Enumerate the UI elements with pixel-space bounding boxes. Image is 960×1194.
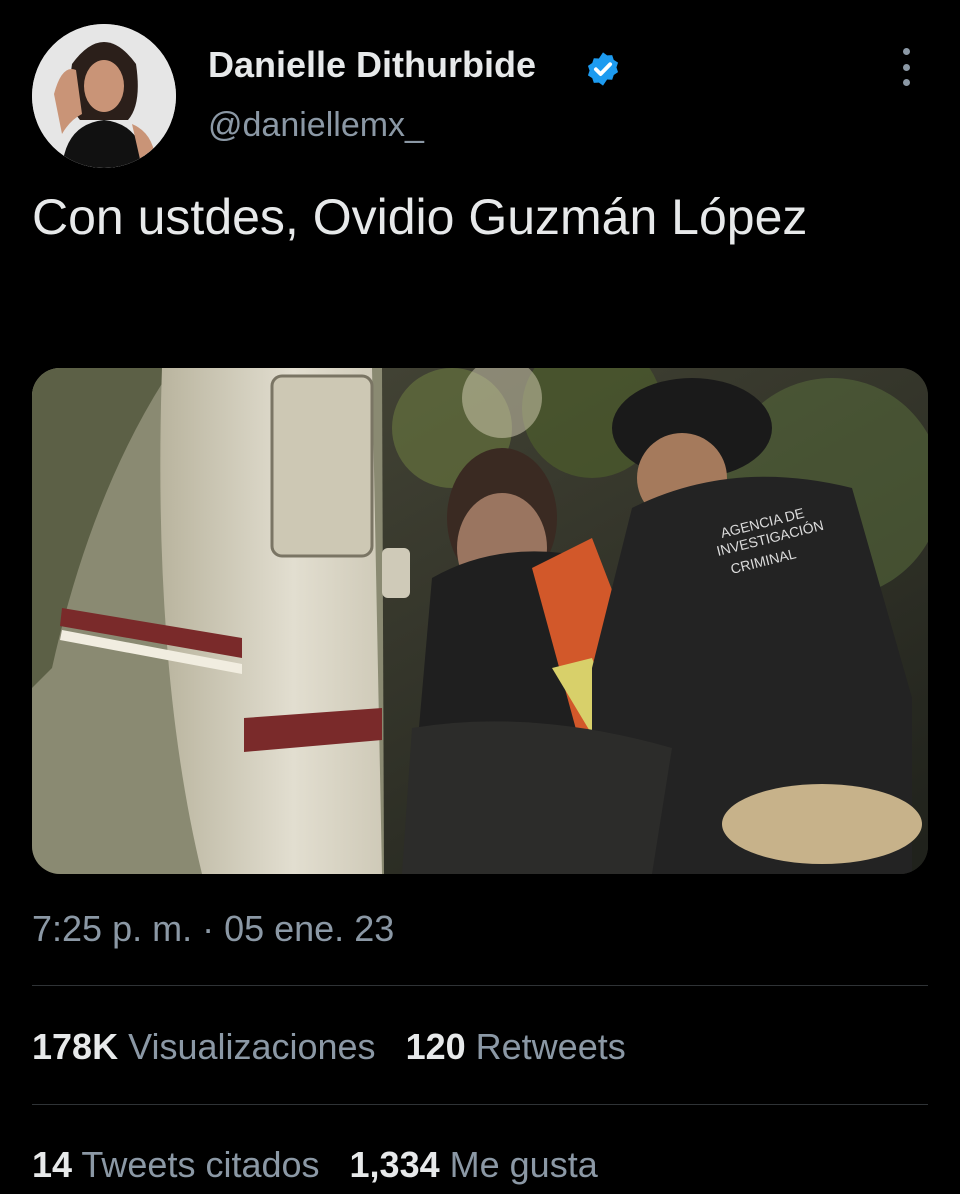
- user-handle[interactable]: @daniellemx_: [208, 106, 424, 145]
- tweet-photo[interactable]: AGENCIA DE INVESTIGACIÓN CRIMINAL: [32, 368, 928, 874]
- tweet-timestamp[interactable]: 7:25 p. m. · 05 ene. 23: [32, 908, 394, 950]
- more-vertical-icon: [902, 48, 910, 55]
- avatar[interactable]: [32, 24, 176, 168]
- more-options-button[interactable]: [886, 44, 926, 90]
- display-name[interactable]: Danielle Dithurbide: [208, 44, 536, 86]
- likes-stat[interactable]: 1,334 Me gusta: [350, 1144, 598, 1186]
- quote-tweets-stat[interactable]: 14 Tweets citados: [32, 1144, 320, 1186]
- tweet-text: Con ustdes, Ovidio Guzmán López: [32, 189, 808, 245]
- stats-row: 178K Visualizaciones 120 Retweets: [32, 1026, 656, 1068]
- verified-badge-icon: [584, 50, 622, 88]
- divider: [32, 985, 928, 986]
- divider: [32, 1104, 928, 1105]
- stats-row: 14 Tweets citados 1,334 Me gusta: [32, 1144, 628, 1186]
- views-stat[interactable]: 178K Visualizaciones: [32, 1026, 376, 1068]
- retweets-stat[interactable]: 120 Retweets: [406, 1026, 626, 1068]
